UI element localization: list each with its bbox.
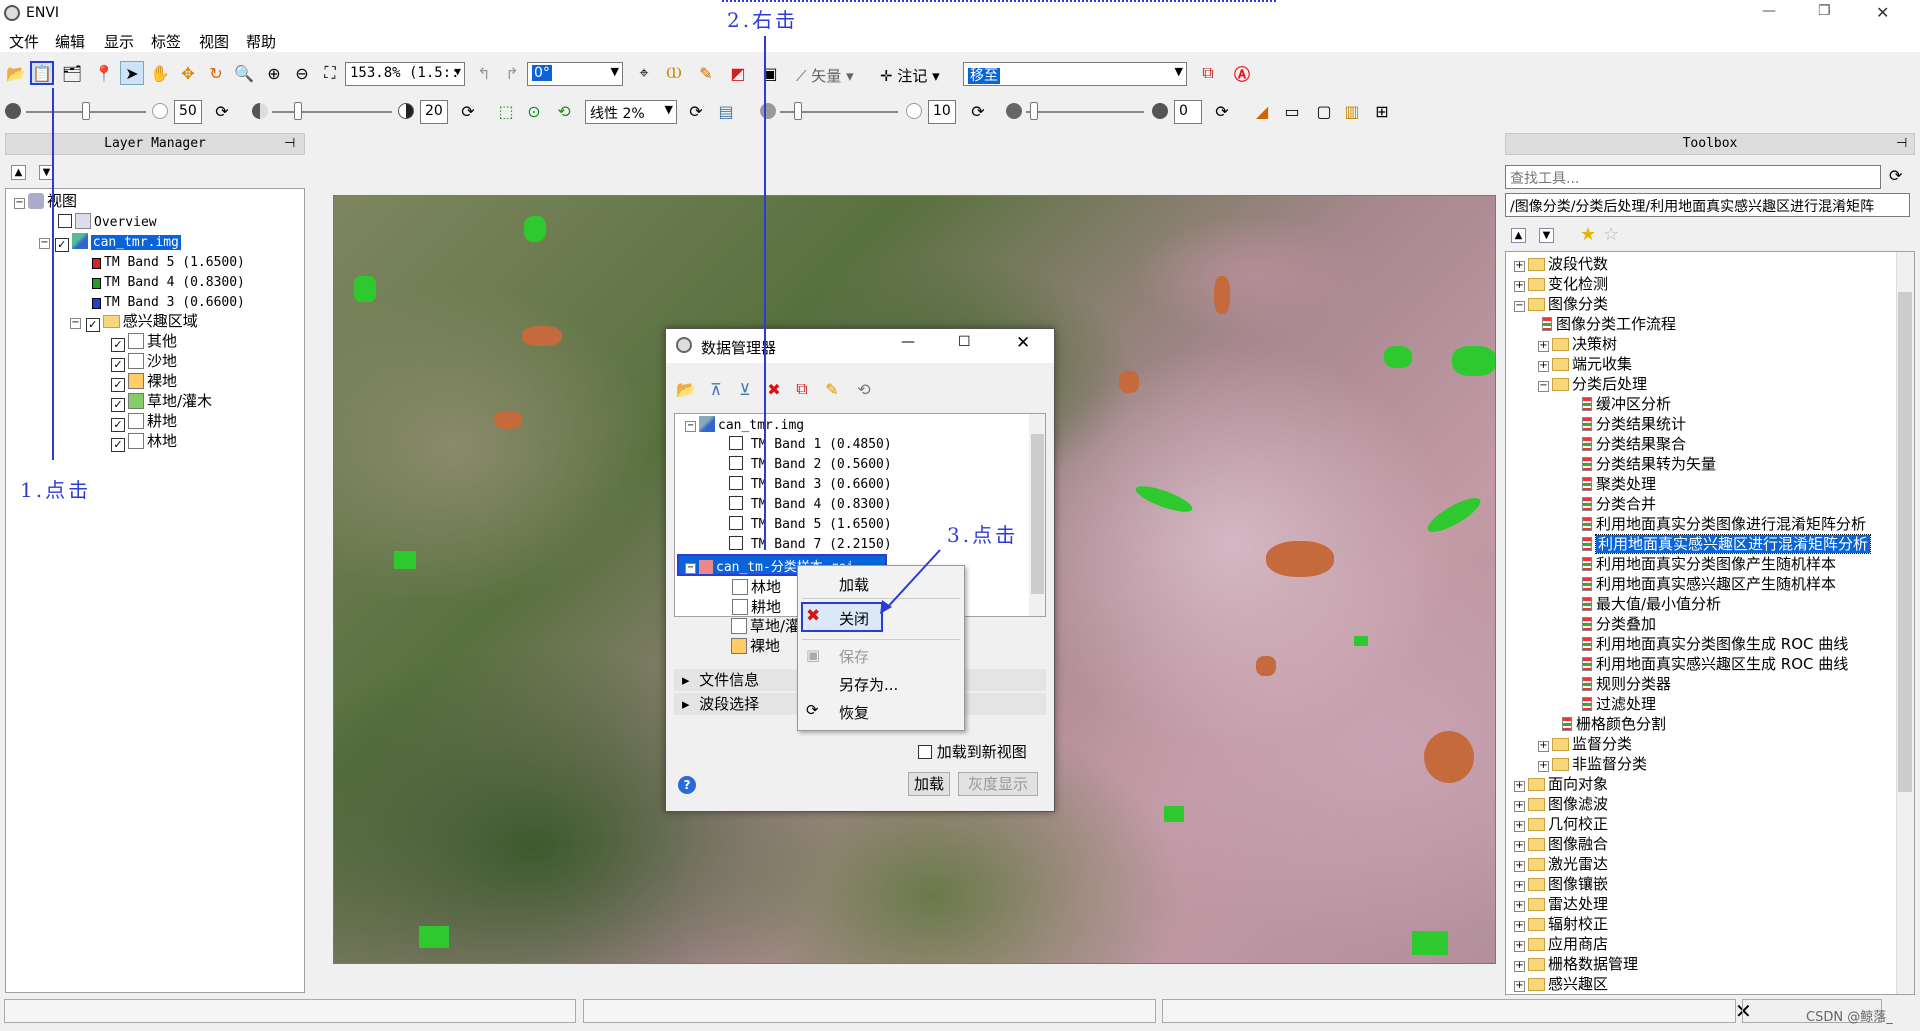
annotation-step-1: 1.点击 bbox=[20, 478, 92, 502]
status-field-3 bbox=[1162, 999, 1736, 1023]
annotation-arrow-3 bbox=[884, 549, 941, 611]
watermark: CSDN @鲸落_ bbox=[1806, 1010, 1893, 1025]
status-field-2 bbox=[583, 999, 1156, 1023]
annotation-step-3: 3.点击 bbox=[947, 523, 1019, 547]
status-bar: ✕ CSDN @鲸落_ bbox=[0, 997, 1920, 1031]
annotation-step-2: 2.右击 bbox=[727, 8, 799, 32]
status-field-1 bbox=[4, 999, 576, 1023]
arrowhead-icon bbox=[880, 600, 892, 614]
annotation-overlay bbox=[52, 0, 1277, 614]
